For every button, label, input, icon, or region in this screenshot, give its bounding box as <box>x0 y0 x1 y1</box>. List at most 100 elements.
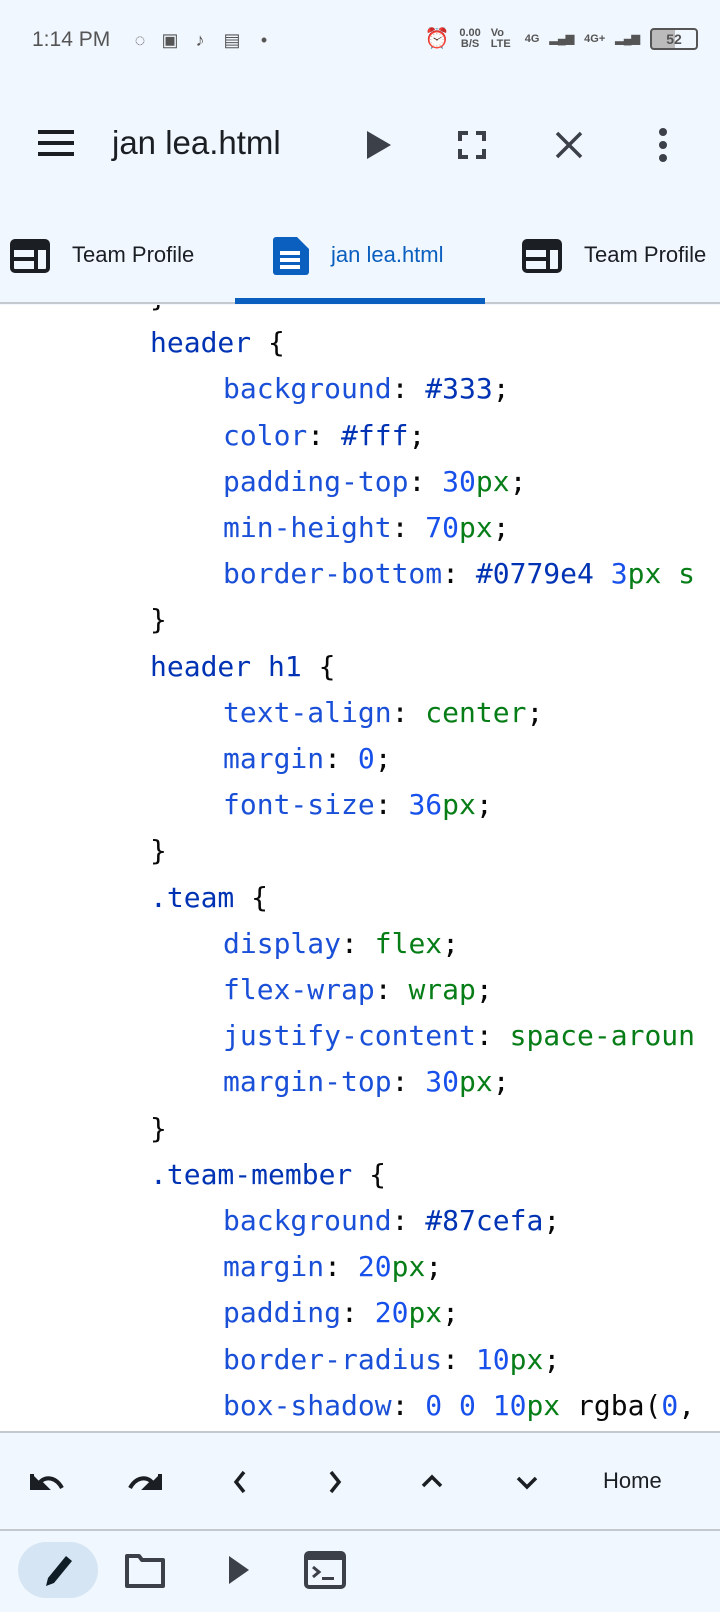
code-line: border-bottom: #0779e4 3px s <box>223 551 695 597</box>
status-bar: 1:14 PM ◌ ▣ ♪ ▤ • ⏰ 0.00 B/S Vo LTE 4G ▂▄▆… <box>0 0 720 80</box>
code-token: flex-wrap <box>223 973 375 1006</box>
code-line: display: flex; <box>223 921 459 967</box>
code-line: color: #fff; <box>223 413 425 459</box>
menu-icon[interactable] <box>38 130 74 156</box>
code-token: ; <box>492 372 510 406</box>
cursor-right-icon[interactable] <box>315 1462 355 1502</box>
code-editor[interactable]: }header {background: #333;color: #fff;pa… <box>0 305 720 1431</box>
code-token: ; <box>442 926 460 960</box>
code-token: ; <box>526 695 544 729</box>
code-token: justify-content <box>223 1019 476 1053</box>
alarm-icon: ⏰ <box>424 28 450 50</box>
code-token: .team-member <box>150 1157 353 1191</box>
code-token: px <box>459 1065 493 1099</box>
code-token: 20 <box>374 1296 409 1330</box>
code-token: ; <box>442 1296 460 1330</box>
code-token: 30 <box>425 1065 460 1099</box>
code-token: margin <box>223 1250 325 1284</box>
code-token: flex <box>374 926 443 960</box>
sim2-signal: 4G+ <box>584 32 606 45</box>
terminal-icon[interactable] <box>301 1548 349 1592</box>
code-token: { <box>352 1157 387 1191</box>
status-time: 1:14 PM <box>32 28 111 51</box>
undo-icon[interactable] <box>28 1462 68 1502</box>
cursor-down-icon[interactable] <box>507 1462 547 1502</box>
code-token: 30 <box>442 464 476 498</box>
code-token: 0 <box>459 1388 476 1422</box>
messenger-icon: ◌ <box>134 30 146 50</box>
code-token: ; <box>425 1250 443 1284</box>
code-token: px <box>475 464 510 498</box>
code-token: : <box>391 695 426 729</box>
code-token: 20 <box>357 1250 392 1284</box>
run-icon[interactable] <box>367 131 391 159</box>
code-line: min-height: 70px; <box>223 505 510 551</box>
code-token: header h1 <box>150 649 302 683</box>
code-line: text-align: center; <box>223 690 543 736</box>
code-token: : <box>324 1250 358 1284</box>
code-token: , <box>678 1388 696 1422</box>
code-token: color <box>223 418 308 452</box>
code-token: 70 <box>425 511 460 544</box>
net-speed: 0.00 B/S <box>459 27 480 50</box>
dot-icon: • <box>260 30 268 50</box>
code-token: 0 <box>425 1388 443 1422</box>
code-token: : <box>391 372 426 406</box>
folder-icon[interactable] <box>121 1548 169 1592</box>
code-token: ; <box>475 973 493 1006</box>
cursor-left-icon[interactable] <box>220 1462 260 1502</box>
code-token: : <box>307 418 342 452</box>
code-token: : <box>391 1065 426 1099</box>
code-line: } <box>150 305 167 320</box>
code-token: px <box>442 788 476 822</box>
code-token: display <box>223 926 342 960</box>
code-token: } <box>150 603 167 637</box>
cursor-up-icon[interactable] <box>412 1462 452 1502</box>
code-line: } <box>150 597 167 643</box>
code-token: padding-top <box>223 464 409 498</box>
redo-icon[interactable] <box>124 1462 164 1502</box>
code-line: margin: 20px; <box>223 1244 442 1290</box>
fullscreen-icon[interactable] <box>458 131 486 159</box>
tiktok-icon: ♪ <box>195 30 205 50</box>
code-token: ; <box>475 788 493 822</box>
code-line: } <box>150 1106 167 1152</box>
code-token: px <box>627 557 662 591</box>
code-token: 10 <box>475 1342 510 1376</box>
code-token: #87cefa <box>425 1204 544 1237</box>
code-line: margin-top: 30px; <box>223 1059 510 1105</box>
code-token: #0779e4 <box>475 557 594 591</box>
net-speed-unit: B/S <box>460 37 480 50</box>
code-token: 3 <box>610 557 628 591</box>
tab-label: Team Profile <box>584 242 707 267</box>
file-title: jan lea.html <box>112 124 281 161</box>
code-token: ; <box>492 1065 510 1099</box>
code-token: ; <box>543 1342 561 1376</box>
code-token: 10 <box>492 1388 527 1422</box>
code-token: : <box>442 557 476 591</box>
code-token: px <box>408 1296 443 1330</box>
code-token: min-height <box>223 511 392 544</box>
code-token: #fff <box>341 418 409 452</box>
close-icon[interactable] <box>555 131 583 159</box>
code-token: } <box>150 305 167 313</box>
home-button[interactable]: Home <box>603 1468 662 1494</box>
signal-icon: ▂▄▆ <box>549 33 575 45</box>
code-token: ; <box>492 511 510 544</box>
code-token: padding <box>223 1296 342 1330</box>
code-token: ; <box>543 1204 561 1237</box>
edit-icon[interactable] <box>34 1548 82 1592</box>
gallery-icon: ▣ <box>161 30 179 50</box>
code-token: px <box>526 1388 561 1422</box>
code-token: : <box>374 973 409 1006</box>
code-token: : <box>442 1342 476 1376</box>
code-token: text-align <box>223 695 392 729</box>
more-options-icon[interactable] <box>657 128 669 162</box>
status-right: ⏰ 0.00 B/S Vo LTE 4G ▂▄▆ 4G+ ▂▄▆ 52 <box>424 26 698 51</box>
app-notification-icon: ▤ <box>223 30 241 50</box>
sim1-signal: 4G <box>524 32 540 45</box>
run-icon[interactable] <box>213 1548 261 1592</box>
code-token: : <box>324 742 358 775</box>
